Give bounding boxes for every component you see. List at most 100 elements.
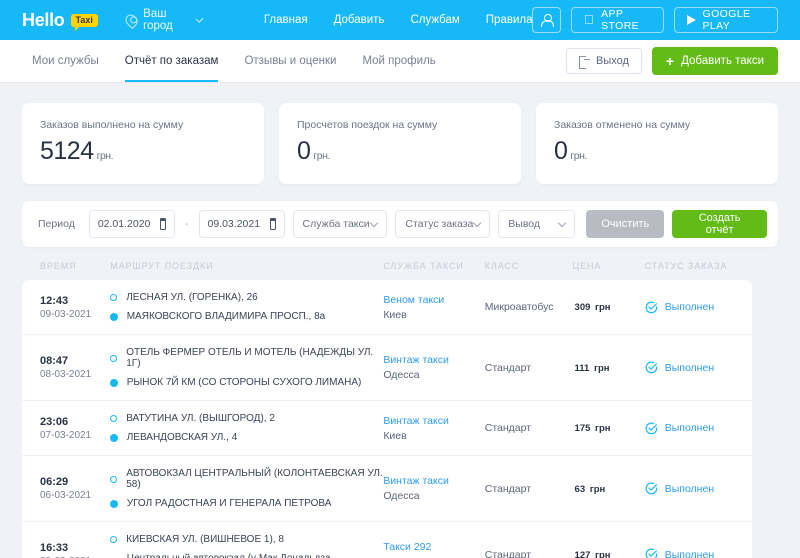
- row-service-name[interactable]: Веном такси: [383, 294, 484, 306]
- googleplay-button[interactable]: GOOGLE PLAY: [674, 7, 778, 33]
- origin-dot-icon: [110, 355, 117, 362]
- chevron-down-icon: [195, 15, 203, 23]
- row-status: Выполнен: [665, 483, 714, 495]
- row-to: УГОЛ РАДОСТНАЯ И ГЕНЕРАЛА ПЕТРОВА: [127, 498, 332, 509]
- stat-amount: 0: [554, 137, 567, 165]
- logo[interactable]: Hello Taxi: [22, 10, 98, 31]
- row-route-cell: ОТЕЛЬ ФЕРМЕР ОТЕЛЬ И МОТЕЛЬ (НАДЕЖДЫ УЛ.…: [110, 347, 383, 388]
- row-service-cell: Винтаж таксиКиев: [383, 415, 484, 442]
- row-to: РЫНОК 7Й КМ (СО СТОРОНЫ СУХОГО ЛИМАНА): [127, 377, 362, 388]
- appstore-button[interactable]:  APP STORE: [571, 7, 664, 33]
- row-price-cell: 63 грн: [573, 483, 645, 495]
- main-content: Заказов выполнено на сумму 5124грн. Прос…: [0, 83, 800, 558]
- stat-value: 0грн.: [297, 137, 503, 166]
- destination-dot-icon: [110, 500, 118, 508]
- period-label: Период: [38, 218, 75, 230]
- row-route-cell: КИЕВСКАЯ УЛ. (ВИШНЕВОЕ 1), 8Центральный …: [110, 534, 383, 558]
- row-to: ЛЕВАНДОВСКАЯ УЛ., 4: [127, 432, 238, 443]
- row-currency: грн: [587, 484, 605, 495]
- row-status: Выполнен: [665, 362, 714, 374]
- stat-card-estimates: Просчетов поездок на сумму 0грн.: [279, 103, 521, 184]
- stat-value: 0грн.: [554, 137, 760, 166]
- row-service-name[interactable]: Такси 292: [383, 541, 484, 553]
- row-price-cell: 175 грн: [573, 422, 645, 434]
- row-time: 06:29: [40, 476, 110, 488]
- tab-reviews-ratings[interactable]: Отзывы и оценки: [244, 40, 336, 82]
- row-from: ЛЕСНАЯ УЛ. (ГОРЕНКА), 26: [126, 292, 258, 303]
- row-service-city: Одесса: [383, 490, 484, 502]
- row-price: 309: [575, 302, 591, 313]
- date-to-input[interactable]: 09.03.2021: [199, 210, 285, 238]
- city-selector[interactable]: Ваш город: [126, 8, 202, 32]
- chevron-down-icon: [473, 218, 481, 226]
- appstore-label: APP STORE: [601, 8, 650, 32]
- row-time: 16:33: [40, 542, 110, 554]
- tab-orders-report[interactable]: Отчёт по заказам: [125, 40, 219, 82]
- row-status-cell: Выполнен: [645, 422, 752, 435]
- row-service-name[interactable]: Винтаж такси: [383, 354, 484, 366]
- stat-unit: грн.: [570, 150, 586, 162]
- origin-dot-icon: [110, 476, 117, 483]
- clear-button[interactable]: Очистить: [586, 210, 664, 238]
- service-select-value: Служба такси: [303, 218, 370, 230]
- table-row[interactable]: 12:4309-03-2021 ЛЕСНАЯ УЛ. (ГОРЕНКА), 26 М…: [22, 280, 752, 335]
- row-time-cell: 16:3320-02-2021: [40, 542, 110, 558]
- row-price: 111: [575, 363, 590, 374]
- nav-item-rules[interactable]: Правила: [486, 14, 533, 26]
- chevron-down-icon: [558, 218, 566, 226]
- row-date: 08-03-2021: [40, 369, 110, 380]
- table-row[interactable]: 23:0607-03-2021ВАТУТИНА УЛ. (ВЫШГОРОД), …: [22, 401, 752, 456]
- nav-item-services[interactable]: Службам: [410, 14, 459, 26]
- person-icon: [541, 14, 552, 27]
- row-status-cell: Выполнен: [645, 361, 752, 374]
- row-price: 127: [575, 550, 591, 558]
- row-from: АВТОВОКЗАЛ ЦЕНТРАЛЬНЫЙ (КОЛОНТАЕВСКАЯ УЛ…: [126, 468, 383, 490]
- sub-header-actions: Выход + Добавить такси: [566, 47, 778, 75]
- calendar-icon: [160, 219, 165, 230]
- destination-dot-icon: [110, 434, 118, 442]
- orders-table: ВРЕМЯ МАРШРУТ ПОЕЗДКИ СЛУЖБА ТАКСИ КЛАСС…: [22, 247, 752, 558]
- row-time-cell: 06:2906-03-2021: [40, 476, 110, 501]
- output-select[interactable]: Вывод: [498, 210, 575, 238]
- service-select[interactable]: Служба такси: [293, 210, 388, 238]
- column-time: ВРЕМЯ: [40, 261, 110, 271]
- create-report-button[interactable]: Создать отчёт: [672, 210, 767, 238]
- row-class: Микроавтобус: [485, 301, 573, 313]
- status-select[interactable]: Статус заказа: [395, 210, 490, 238]
- date-from-input[interactable]: 02.01.2020: [89, 210, 175, 238]
- plus-icon: +: [666, 54, 674, 68]
- table-header: ВРЕМЯ МАРШРУТ ПОЕЗДКИ СЛУЖБА ТАКСИ КЛАСС…: [22, 247, 752, 280]
- row-status: Выполнен: [665, 549, 714, 558]
- tab-label: Мой профиль: [362, 55, 435, 67]
- logout-button[interactable]: Выход: [566, 48, 642, 74]
- add-taxi-button[interactable]: + Добавить такси: [652, 47, 778, 75]
- row-service-name[interactable]: Винтаж такси: [383, 475, 484, 487]
- nav-item-home[interactable]: Главная: [264, 14, 308, 26]
- stat-unit: грн.: [97, 150, 113, 162]
- table-row[interactable]: 16:3320-02-2021КИЕВСКАЯ УЛ. (ВИШНЕВОЕ 1)…: [22, 522, 752, 558]
- table-row[interactable]: 06:2906-03-2021 АВТОВОКЗАЛ ЦЕНТРАЛЬНЫЙ (К…: [22, 456, 752, 522]
- row-from: КИЕВСКАЯ УЛ. (ВИШНЕВОЕ 1), 8: [126, 534, 284, 545]
- googleplay-label: GOOGLE PLAY: [703, 8, 765, 32]
- row-time-cell: 08:4708-03-2021: [40, 355, 110, 380]
- output-select-value: Вывод: [508, 218, 540, 230]
- row-currency: грн: [592, 423, 610, 434]
- apple-icon: : [584, 13, 594, 26]
- nav-item-add[interactable]: Добавить: [334, 14, 385, 26]
- logo-badge: Taxi: [71, 14, 98, 27]
- row-service-name[interactable]: Винтаж такси: [383, 415, 484, 427]
- header-actions:  APP STORE GOOGLE PLAY: [532, 7, 778, 33]
- google-play-icon: [687, 15, 696, 25]
- row-time-cell: 12:4309-03-2021: [40, 295, 110, 320]
- account-button[interactable]: [532, 7, 560, 33]
- column-route: МАРШРУТ ПОЕЗДКИ: [110, 261, 383, 271]
- stat-label: Заказов отменено на сумму: [554, 119, 760, 131]
- table-row[interactable]: 08:4708-03-2021ОТЕЛЬ ФЕРМЕР ОТЕЛЬ И МОТЕ…: [22, 335, 752, 401]
- row-status-cell: Выполнен: [645, 548, 752, 558]
- table-body: 12:4309-03-2021 ЛЕСНАЯ УЛ. (ГОРЕНКА), 26 М…: [22, 280, 752, 558]
- add-taxi-label: Добавить такси: [681, 55, 764, 67]
- tab-my-profile[interactable]: Мой профиль: [362, 40, 435, 82]
- tab-label: Мои службы: [32, 55, 99, 67]
- tab-my-services[interactable]: Мои службы: [32, 40, 99, 82]
- destination-dot-icon: [110, 313, 118, 321]
